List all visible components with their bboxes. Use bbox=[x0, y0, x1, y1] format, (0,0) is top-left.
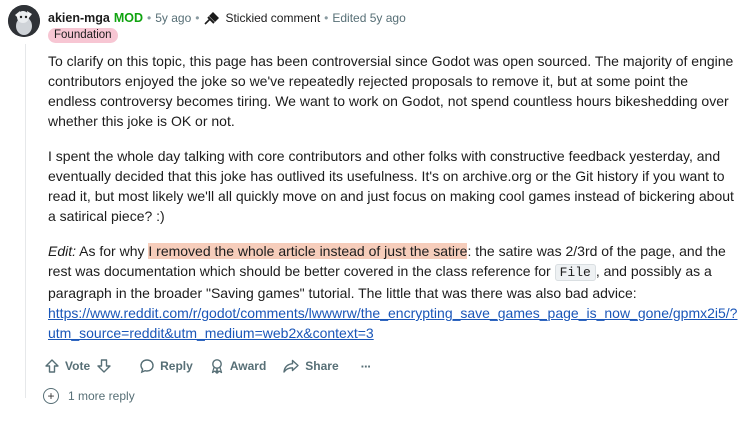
highlighted-text: I removed the whole article instead of j… bbox=[148, 243, 468, 259]
more-options-button[interactable]: ··· bbox=[360, 358, 372, 374]
mod-badge: MOD bbox=[113, 11, 144, 25]
reply-button[interactable]: Reply bbox=[139, 358, 193, 374]
user-flair: Foundation bbox=[48, 28, 118, 43]
share-button[interactable]: Share bbox=[282, 358, 339, 374]
comment-paragraph: I spent the whole day talking with core … bbox=[48, 148, 734, 224]
edit-label: Edit: bbox=[48, 243, 77, 259]
award-icon bbox=[211, 359, 222, 374]
downvote-icon[interactable] bbox=[96, 358, 112, 374]
user-avatar-icon bbox=[8, 5, 40, 37]
more-replies-label: 1 more reply bbox=[68, 389, 135, 403]
share-label: Share bbox=[305, 359, 339, 373]
comment-body: To clarify on this topic, this page has … bbox=[48, 51, 740, 343]
vote-label: Vote bbox=[65, 359, 91, 373]
plus-icon: + bbox=[43, 388, 59, 404]
edited-label: Edited 5y ago bbox=[332, 11, 406, 25]
edit-text-pre: As for why bbox=[76, 243, 149, 259]
separator-dot: • bbox=[324, 11, 329, 25]
comment-paragraph: To clarify on this topic, this page has … bbox=[48, 53, 734, 129]
stickied-label: Stickied comment bbox=[225, 11, 321, 25]
upvote-icon[interactable] bbox=[44, 358, 60, 374]
pin-icon bbox=[204, 12, 220, 25]
more-options-icon: ··· bbox=[360, 358, 372, 374]
share-icon bbox=[283, 359, 299, 373]
more-replies-button[interactable]: + 1 more reply bbox=[43, 388, 135, 404]
separator-dot: • bbox=[147, 11, 152, 25]
comment-age: 5y ago bbox=[155, 11, 192, 25]
comment-actions: Vote Reply Award Share ··· bbox=[44, 356, 387, 376]
author-name[interactable]: akien-mga bbox=[48, 11, 110, 25]
avatar[interactable] bbox=[8, 5, 40, 37]
inline-code: File bbox=[554, 264, 596, 281]
award-label: Award bbox=[229, 359, 267, 373]
comment-bubble-icon bbox=[140, 359, 154, 374]
edit-paragraph: Edit: As for why I removed the whole art… bbox=[48, 241, 740, 343]
separator-dot: • bbox=[195, 11, 200, 25]
comment-header: akien-mga MOD • 5y ago • Stickied commen… bbox=[48, 9, 406, 27]
award-button[interactable]: Award bbox=[209, 358, 266, 374]
reply-label: Reply bbox=[160, 359, 193, 373]
vote-control: Vote bbox=[44, 358, 117, 374]
thread-line[interactable] bbox=[25, 44, 26, 398]
reddit-link[interactable]: https://www.reddit.com/r/godot/comments/… bbox=[48, 305, 737, 341]
